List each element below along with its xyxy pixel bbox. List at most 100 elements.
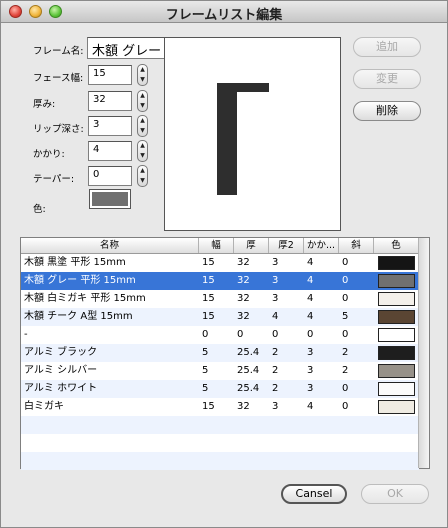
title-bar: フレームリスト編集 xyxy=(1,1,447,23)
cell-name: - xyxy=(24,329,28,340)
cell-taper: 2 xyxy=(342,347,349,358)
cell-width: 15 xyxy=(202,401,215,412)
column-header-name[interactable]: 名称 xyxy=(21,238,199,253)
profile-top-bar xyxy=(217,83,269,92)
cell-color xyxy=(374,326,419,344)
add-button[interactable]: 追加 xyxy=(353,37,421,57)
table-row[interactable]: 木額 チーク A型 15mm 15 32 4 4 5 xyxy=(21,308,419,326)
cell-color xyxy=(374,344,419,362)
cell-name: 木額 チーク A型 15mm xyxy=(24,311,133,322)
table-body: 木額 黒塗 平形 15mm 15 32 3 4 0 木額 グレー 平形 15mm 15 32 3 4… xyxy=(21,254,419,470)
table-row[interactable]: アルミ ホワイト 5 25.4 2 3 0 xyxy=(21,380,419,398)
cell-name: 木額 黒塗 平形 15mm xyxy=(24,257,126,268)
table-vertical-scrollbar[interactable] xyxy=(418,238,429,468)
cell-taper: 0 xyxy=(342,401,349,412)
cell-width: 5 xyxy=(202,347,209,358)
stepper-down-icon[interactable]: ▼ xyxy=(138,176,147,186)
column-header-thickness[interactable]: 厚 xyxy=(234,238,269,253)
table-header: 名称 幅 厚 厚2 かか... 斜 色 xyxy=(21,238,419,254)
face-width-stepper[interactable]: ▲ ▼ xyxy=(137,64,148,86)
cell-thickness2: 4 xyxy=(272,311,279,322)
thickness-field[interactable]: 32 xyxy=(88,91,132,111)
cell-name: 白ミガキ xyxy=(24,401,64,412)
cell-overlap: 3 xyxy=(307,365,314,376)
window-title: フレームリスト編集 xyxy=(165,8,283,23)
cell-overlap: 4 xyxy=(307,293,314,304)
stepper-up-icon[interactable]: ▲ xyxy=(138,116,147,126)
cell-taper: 0 xyxy=(342,293,349,304)
column-header-overlap[interactable]: かか... xyxy=(304,238,339,253)
cell-color xyxy=(374,308,419,326)
color-swatch xyxy=(378,310,415,324)
overlap-stepper[interactable]: ▲ ▼ xyxy=(137,140,148,162)
cell-thickness: 32 xyxy=(237,311,250,322)
face-width-field[interactable]: 15 xyxy=(88,65,132,85)
cell-thickness: 25.4 xyxy=(237,365,260,376)
thickness-stepper[interactable]: ▲ ▼ xyxy=(137,90,148,112)
cell-name: 木額 グレー 平形 15mm xyxy=(24,275,136,286)
empty-table-row xyxy=(21,434,419,452)
cell-width: 0 xyxy=(202,329,209,340)
stepper-down-icon[interactable]: ▼ xyxy=(138,126,147,136)
color-swatch xyxy=(378,274,415,288)
cell-color xyxy=(374,254,419,272)
column-header-thickness2[interactable]: 厚2 xyxy=(269,238,304,253)
table-row[interactable]: アルミ ブラック 5 25.4 2 3 2 xyxy=(21,344,419,362)
cell-overlap: 3 xyxy=(307,383,314,394)
table-row[interactable]: 木額 白ミガキ 平形 15mm 15 32 3 4 0 xyxy=(21,290,419,308)
face-width-label: フェース幅: xyxy=(33,73,84,84)
lip-depth-field[interactable]: 3 xyxy=(88,116,132,136)
stepper-down-icon[interactable]: ▼ xyxy=(138,101,147,111)
thickness-label: 厚み: xyxy=(33,99,56,110)
color-swatch xyxy=(378,382,415,396)
empty-table-row xyxy=(21,416,419,434)
cell-name: アルミ シルバー xyxy=(24,365,98,376)
color-swatch xyxy=(378,346,415,360)
taper-field[interactable]: 0 xyxy=(88,166,132,186)
stepper-up-icon[interactable]: ▲ xyxy=(138,65,147,75)
stepper-up-icon[interactable]: ▲ xyxy=(138,141,147,151)
cell-overlap: 0 xyxy=(307,329,314,340)
overlap-field[interactable]: 4 xyxy=(88,141,132,161)
table-row[interactable]: - 0 0 0 0 0 xyxy=(21,326,419,344)
frame-profile-preview xyxy=(164,37,341,231)
color-swatch xyxy=(378,256,415,270)
cell-overlap: 4 xyxy=(307,275,314,286)
lip-depth-stepper[interactable]: ▲ ▼ xyxy=(137,115,148,137)
cell-name: アルミ ブラック xyxy=(24,347,98,358)
table-row[interactable]: 木額 黒塗 平形 15mm 15 32 3 4 0 xyxy=(21,254,419,272)
lip-depth-label: リップ深さ: xyxy=(33,124,84,135)
frame-list-table: 名称 幅 厚 厚2 かか... 斜 色 木額 黒塗 平形 15mm 15 32 3 4 0… xyxy=(20,237,430,470)
cell-color xyxy=(374,380,419,398)
table-row[interactable]: アルミ シルバー 5 25.4 2 3 2 xyxy=(21,362,419,380)
column-header-width[interactable]: 幅 xyxy=(199,238,234,253)
table-row[interactable]: 白ミガキ 15 32 3 4 0 xyxy=(21,398,419,416)
cell-width: 15 xyxy=(202,311,215,322)
cell-thickness: 0 xyxy=(237,329,244,340)
cell-thickness: 25.4 xyxy=(237,347,260,358)
column-header-taper[interactable]: 斜 xyxy=(339,238,374,253)
table-row[interactable]: 木額 グレー 平形 15mm 15 32 3 4 0 xyxy=(21,272,419,290)
delete-button[interactable]: 削除 xyxy=(353,101,421,121)
empty-table-row xyxy=(21,452,419,470)
stepper-up-icon[interactable]: ▲ xyxy=(138,91,147,101)
cell-taper: 2 xyxy=(342,365,349,376)
cell-taper: 0 xyxy=(342,275,349,286)
frame-list-editor-window: フレームリスト編集 フレーム名: 木額 グレー 平形 15mm フェース幅: 1… xyxy=(0,0,448,528)
cancel-button[interactable]: Cansel xyxy=(281,484,347,504)
cell-name: 木額 白ミガキ 平形 15mm xyxy=(24,293,146,304)
column-header-color[interactable]: 色 xyxy=(374,238,419,253)
cell-thickness: 32 xyxy=(237,275,250,286)
cell-color xyxy=(374,290,419,308)
color-well[interactable] xyxy=(89,189,131,209)
cell-name: アルミ ホワイト xyxy=(24,383,98,394)
stepper-down-icon[interactable]: ▼ xyxy=(138,151,147,161)
cell-width: 5 xyxy=(202,383,209,394)
cell-color xyxy=(374,362,419,380)
ok-button[interactable]: OK xyxy=(361,484,429,504)
taper-stepper[interactable]: ▲ ▼ xyxy=(137,165,148,187)
cell-thickness2: 3 xyxy=(272,401,279,412)
change-button[interactable]: 変更 xyxy=(353,69,421,89)
stepper-up-icon[interactable]: ▲ xyxy=(138,166,147,176)
stepper-down-icon[interactable]: ▼ xyxy=(138,75,147,85)
